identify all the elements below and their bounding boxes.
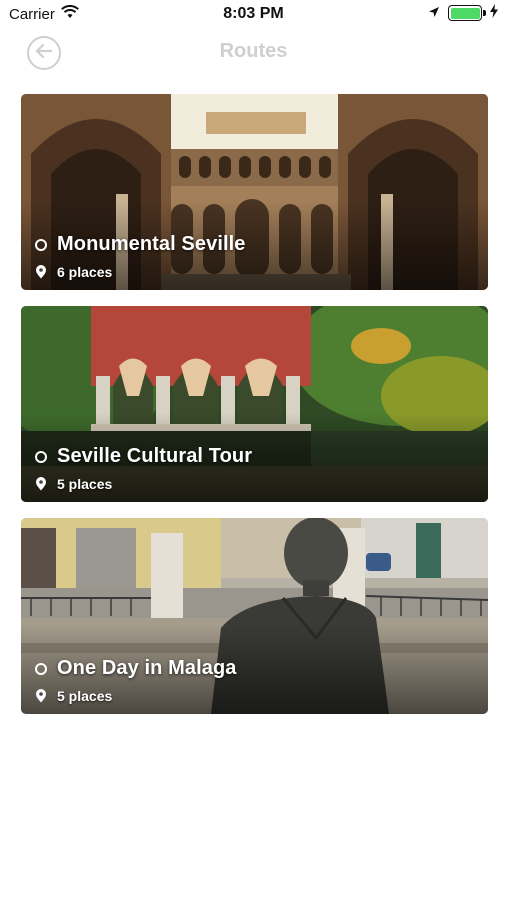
route-places-count: 5 places: [57, 476, 113, 492]
circle-icon: [35, 238, 47, 251]
location-arrow-icon: [428, 5, 440, 22]
route-count-row: 6 places: [35, 264, 246, 280]
route-info: Monumental Seville 6 places: [35, 233, 246, 280]
nav-bar: Routes: [0, 30, 507, 76]
route-info: One Day in Malaga 5 places: [35, 657, 237, 704]
route-name-row: One Day in Malaga: [35, 657, 237, 680]
circle-icon: [35, 662, 47, 675]
route-count-row: 5 places: [35, 476, 252, 492]
page-title: Routes: [219, 40, 288, 62]
charging-bolt-icon: [490, 4, 498, 22]
status-right: [428, 4, 498, 22]
map-pin-icon: [35, 265, 47, 279]
route-card-one-day-in-malaga[interactable]: One Day in Malaga 5 places: [21, 518, 488, 714]
route-name: Seville Cultural Tour: [57, 445, 253, 467]
map-pin-icon: [35, 689, 47, 703]
circle-icon: [35, 450, 47, 463]
route-name: Monumental Seville: [57, 233, 246, 255]
routes-list: Monumental Seville 6 places Seville Cult…: [21, 94, 488, 730]
route-name: One Day in Malaga: [57, 657, 237, 679]
route-card-monumental-seville[interactable]: Monumental Seville 6 places: [21, 94, 488, 290]
battery-icon: [448, 5, 486, 21]
battery-fill: [450, 7, 480, 19]
route-places-count: 6 places: [57, 264, 113, 280]
route-name-row: Seville Cultural Tour: [35, 445, 252, 468]
status-bar: Carrier 8:03 PM: [0, 0, 507, 30]
route-places-count: 5 places: [57, 688, 113, 704]
route-card-seville-cultural-tour[interactable]: Seville Cultural Tour 5 places: [21, 306, 488, 502]
map-pin-icon: [35, 477, 47, 491]
route-info: Seville Cultural Tour 5 places: [35, 445, 252, 492]
route-count-row: 5 places: [35, 688, 237, 704]
route-name-row: Monumental Seville: [35, 233, 246, 256]
